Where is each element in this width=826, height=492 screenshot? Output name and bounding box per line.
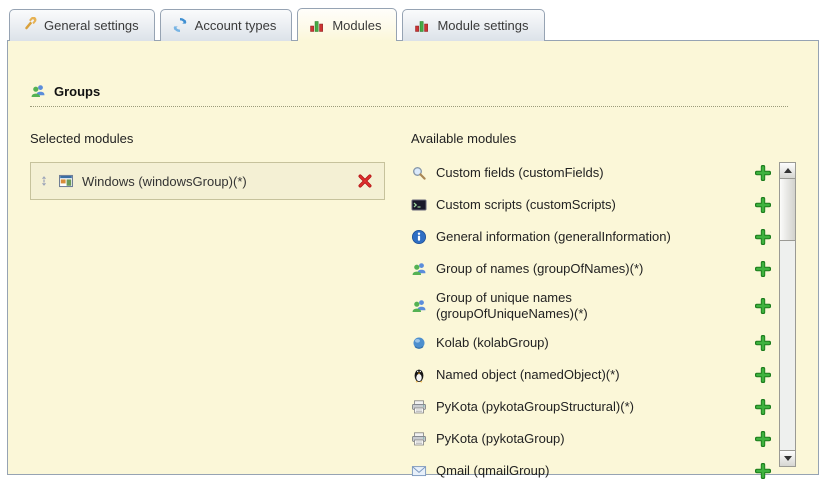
tab-modules[interactable]: Modules: [297, 8, 397, 41]
tab-label: General settings: [44, 18, 139, 33]
tab-label: Module settings: [437, 18, 528, 33]
selected-module-label: Windows (windowsGroup)(*): [82, 174, 247, 189]
module-icon: [411, 261, 427, 277]
tab-label: Account types: [195, 18, 277, 33]
available-module-row: Qmail (qmailGroup): [411, 460, 771, 482]
scroll-up-button[interactable]: [780, 163, 795, 179]
module-icon: [411, 367, 427, 383]
columns: Selected modules Windows (windowsGroup)(…: [30, 131, 818, 492]
module-icon: [411, 335, 427, 351]
module-icon: [411, 229, 427, 245]
add-module-icon[interactable]: [755, 298, 771, 314]
module-icon: [411, 463, 427, 479]
scrollbar[interactable]: [779, 162, 796, 467]
tab-label: Modules: [332, 18, 381, 33]
available-modules-heading: Available modules: [411, 131, 796, 146]
tab-bar: General settings Account types Modules M…: [0, 0, 826, 40]
available-module-row: PyKota (pykotaGroupStructural)(*): [411, 396, 771, 418]
available-module-label: Custom scripts (customScripts): [436, 197, 616, 213]
available-modules-area: Custom fields (customFields) Custom scri…: [411, 162, 796, 492]
tab-icon: [172, 17, 188, 33]
scroll-down-icon: [784, 456, 792, 461]
available-module-label: Group of names (groupOfNames)(*): [436, 261, 643, 277]
available-module-row: Kolab (kolabGroup): [411, 332, 771, 354]
module-icon: [58, 173, 74, 189]
available-module-label: Kolab (kolabGroup): [436, 335, 549, 351]
available-module-row: Group of unique names (groupOfUniqueName…: [411, 290, 771, 322]
selected-modules-box: Windows (windowsGroup)(*): [30, 162, 385, 200]
available-module-row: Custom fields (customFields): [411, 162, 771, 184]
tab-general-settings[interactable]: General settings: [9, 9, 155, 41]
add-module-icon[interactable]: [755, 367, 771, 383]
available-modules-list: Custom fields (customFields) Custom scri…: [411, 162, 771, 492]
tab-icon: [309, 17, 325, 33]
available-module-label: PyKota (pykotaGroupStructural)(*): [436, 399, 634, 415]
add-module-icon[interactable]: [755, 229, 771, 245]
module-icon: [411, 431, 427, 447]
available-module-row: Named object (namedObject)(*): [411, 364, 771, 386]
drag-handle-icon[interactable]: [38, 174, 50, 188]
available-module-label: PyKota (pykotaGroup): [436, 431, 565, 447]
add-module-icon[interactable]: [755, 261, 771, 277]
selected-module-row: Windows (windowsGroup)(*): [34, 166, 381, 196]
module-icon: [411, 165, 427, 181]
available-module-label: Qmail (qmailGroup): [436, 463, 549, 479]
scrollbar-thumb[interactable]: [780, 179, 795, 241]
selected-modules-column: Selected modules Windows (windowsGroup)(…: [30, 131, 385, 492]
available-module-row: Group of names (groupOfNames)(*): [411, 258, 771, 280]
available-module-row: Custom scripts (customScripts): [411, 194, 771, 216]
scroll-up-icon: [784, 168, 792, 173]
tab-module-settings[interactable]: Module settings: [402, 9, 544, 41]
module-icon: [411, 298, 427, 314]
available-module-label: Named object (namedObject)(*): [436, 367, 620, 383]
module-icon: [411, 197, 427, 213]
module-icon: [411, 399, 427, 415]
tab-icon: [21, 17, 37, 33]
available-module-row: General information (generalInformation): [411, 226, 771, 248]
section-header: Groups: [30, 83, 788, 107]
add-module-icon[interactable]: [755, 431, 771, 447]
add-module-icon[interactable]: [755, 463, 771, 479]
content-panel: Groups Selected modules Windows (windows…: [7, 40, 819, 475]
available-module-label: Group of unique names (groupOfUniqueName…: [436, 290, 588, 322]
remove-module-icon[interactable]: [357, 173, 373, 189]
add-module-icon[interactable]: [755, 399, 771, 415]
available-module-label: General information (generalInformation): [436, 229, 671, 245]
available-module-label: Custom fields (customFields): [436, 165, 604, 181]
scroll-down-button[interactable]: [780, 450, 795, 466]
page-title: Groups: [54, 84, 100, 99]
add-module-icon[interactable]: [755, 165, 771, 181]
available-module-row: PyKota (pykotaGroup): [411, 428, 771, 450]
add-module-icon[interactable]: [755, 335, 771, 351]
selected-modules-heading: Selected modules: [30, 131, 385, 146]
add-module-icon[interactable]: [755, 197, 771, 213]
groups-icon: [30, 83, 46, 99]
available-modules-column: Available modules Custom fields (customF…: [411, 131, 796, 492]
tab-icon: [414, 17, 430, 33]
lam-configuration-page: General settings Account types Modules M…: [0, 0, 826, 481]
tab-account-types[interactable]: Account types: [160, 9, 293, 41]
